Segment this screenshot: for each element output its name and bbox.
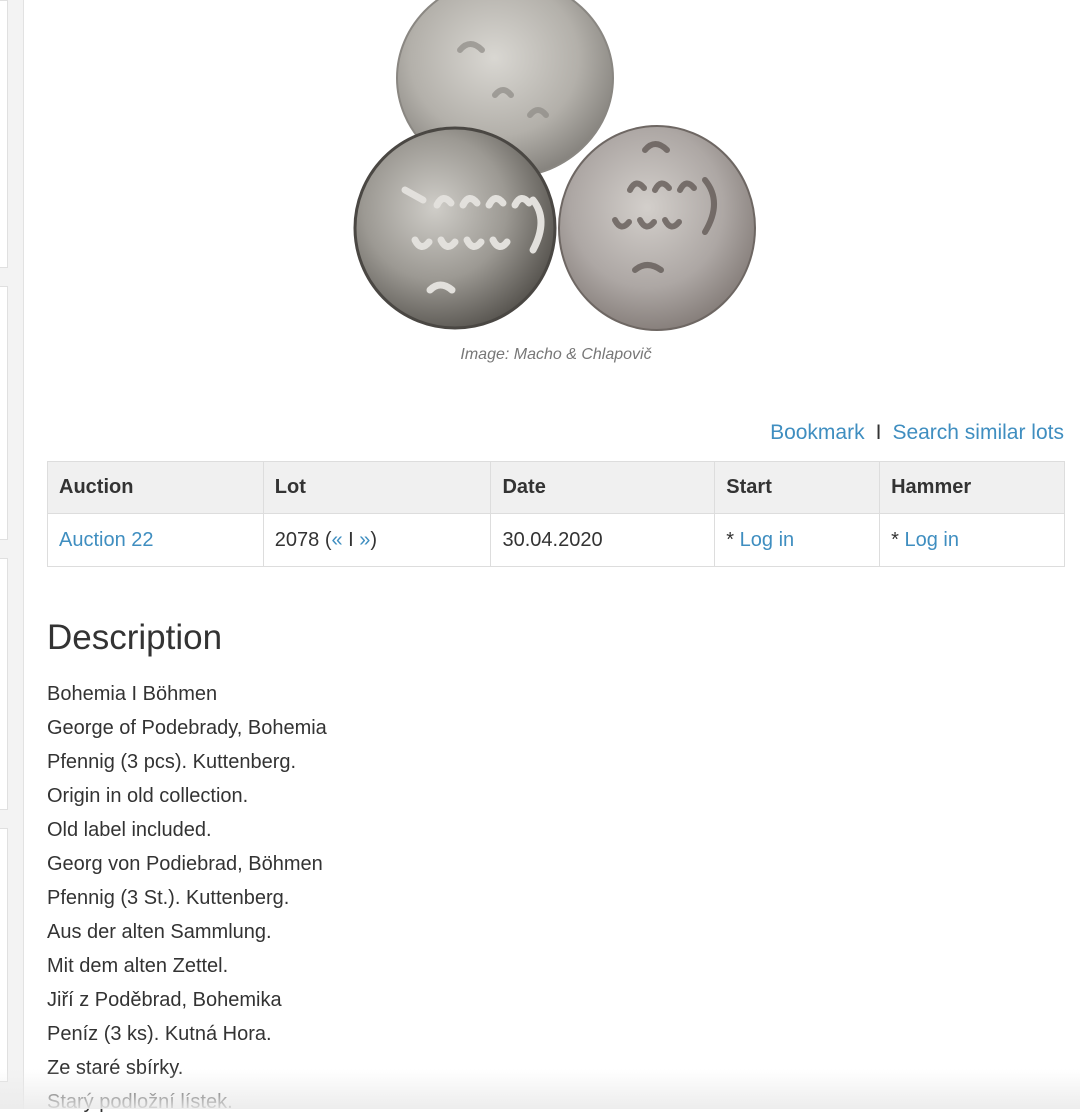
header-hammer: Hammer (879, 461, 1065, 514)
description-line: Jiří z Poděbrad, Bohemika (47, 989, 282, 1011)
previous-lot-link[interactable]: « (332, 529, 343, 551)
cell-start: * Log in (714, 513, 881, 567)
sidebar-panel-edge (0, 828, 8, 1082)
next-lot-link[interactable]: » (359, 529, 370, 551)
header-lot: Lot (262, 461, 492, 514)
description-line: Bohemia I Böhmen (47, 683, 218, 705)
lot-actions: Bookmark I Search similar lots (770, 421, 1064, 445)
actions-separator: I (875, 421, 882, 444)
sidebar-panel-edge (0, 0, 8, 268)
description-line: Pfennig (3 pcs). Kuttenberg. (47, 751, 297, 773)
bookmark-link[interactable]: Bookmark (770, 421, 865, 444)
coin-photo[interactable] (345, 0, 765, 340)
bottom-fade-overlay (0, 1069, 1080, 1109)
sidebar-panel-edge (0, 558, 8, 810)
start-login-link[interactable]: Log in (740, 529, 795, 551)
header-auction: Auction (47, 461, 264, 514)
auction-table: Auction Lot Date Start Hammer Auction 22… (47, 461, 1065, 567)
image-caption: Image: Macho & Chlapovič (460, 346, 652, 363)
description-line: Pfennig (3 St.). Kuttenberg. (47, 887, 290, 909)
header-start: Start (714, 461, 881, 514)
hammer-asterisk: * (891, 528, 905, 551)
header-date: Date (490, 461, 716, 514)
description-line: Old label included. (47, 819, 212, 841)
description-text: Bohemia I Böhmen George of Podebrady, Bo… (47, 677, 327, 1119)
lot-number: 2078 ( (274, 528, 332, 551)
cell-auction: Auction 22 (47, 513, 264, 567)
description-line: Peníz (3 ks). Kutná Hora. (47, 1023, 272, 1045)
lot-nav-separator: I (342, 528, 360, 551)
search-similar-lots-link[interactable]: Search similar lots (892, 421, 1064, 444)
description-line: George of Podebrady, Bohemia (47, 717, 327, 739)
cell-date: 30.04.2020 (490, 513, 716, 567)
lot-close-paren: ) (370, 528, 378, 551)
description-line: Aus der alten Sammlung. (47, 921, 272, 943)
description-line: Origin in old collection. (47, 785, 249, 807)
table-row: Auction 22 2078 (« I ») 30.04.2020 * Log… (47, 513, 1065, 567)
table-header-row: Auction Lot Date Start Hammer (47, 461, 1065, 514)
description-line: Mit dem alten Zettel. (47, 955, 229, 977)
hammer-login-link[interactable]: Log in (904, 529, 959, 551)
cell-lot: 2078 (« I ») (262, 513, 492, 567)
sidebar-panel-edge (0, 286, 8, 540)
cell-hammer: * Log in (879, 513, 1065, 567)
description-line: Georg von Podiebrad, Böhmen (47, 853, 323, 875)
description-heading: Description (47, 618, 223, 657)
start-asterisk: * (726, 528, 740, 551)
auction-link[interactable]: Auction 22 (59, 529, 154, 551)
left-sidebar-strip (0, 0, 24, 1109)
